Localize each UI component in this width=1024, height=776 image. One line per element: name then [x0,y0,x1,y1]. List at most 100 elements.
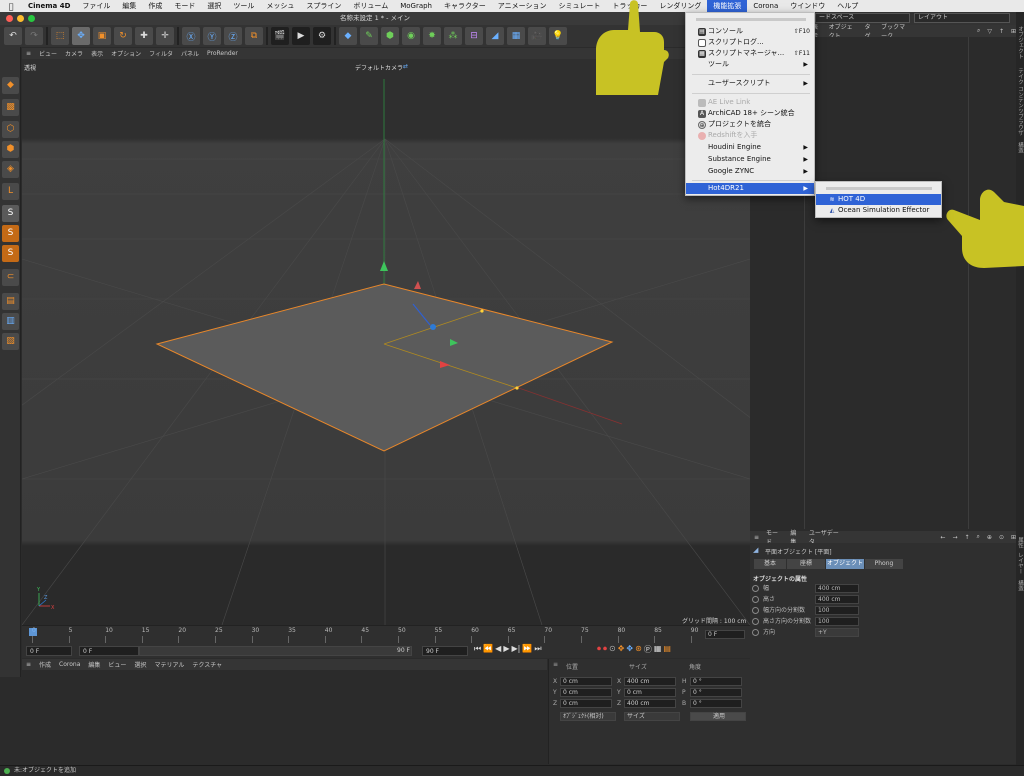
tear-off-handle[interactable] [696,18,806,21]
vp-menu-panel[interactable]: パネル [181,49,199,58]
vp-menu-display[interactable]: 表示 [91,49,103,58]
menu-extensions[interactable]: 機能拡張 [707,0,748,12]
edges-mode-icon[interactable]: ⬢ [2,141,19,158]
scene-icon[interactable]: ⁂ [444,27,462,45]
record-icon[interactable]: ⏺ [597,644,601,655]
mat-menu-texture[interactable]: テクスチャ [192,660,222,669]
menu-mode[interactable]: モード [168,1,201,11]
apply-button[interactable]: 適用 [690,712,746,721]
menu-item-google-zync[interactable]: Google ZYNC ▶ [686,166,814,177]
model-mode-icon[interactable]: ◆ [2,77,19,94]
origin-handle-icon[interactable] [430,324,436,330]
vp-menu-options[interactable]: オプション [111,49,141,58]
menu-help[interactable]: ヘルプ [831,1,864,11]
render-view-icon[interactable]: 🎬 [271,27,289,45]
material-menu-handle[interactable]: ≡ [26,661,31,668]
mat-menu-material[interactable]: マテリアル [154,660,184,669]
play-icon[interactable]: ▶ [503,644,509,654]
plane-handle-point[interactable] [515,386,519,390]
key-position-icon[interactable]: ✥ [618,644,625,655]
next-key-icon[interactable]: ⏩ [522,644,532,654]
menu-tools[interactable]: ツール [227,1,260,11]
am-menu-handle[interactable]: ≡ [754,534,759,541]
menu-item-houdini[interactable]: Houdini Engine ▶ [686,142,814,153]
tab-object[interactable]: オブジェクト [826,559,864,569]
rotation-p-field[interactable]: 0 ° [690,688,742,697]
menu-item-script-manager[interactable]: ▦ スクリプトマネージャ... ⇧F11 [686,48,814,59]
side-tab-takes[interactable]: テイク [1016,68,1024,85]
mat-menu-corona[interactable]: Corona [59,661,80,668]
am-forward-icon[interactable]: → [952,534,957,541]
keyframe-selection-icon[interactable]: ⊙ [609,644,616,655]
cloner-icon[interactable]: ◉ [402,27,420,45]
coord-system-icon[interactable]: ⧉ [245,27,263,45]
vp-menu-view[interactable]: ビュー [39,49,57,58]
tab-basic[interactable]: 基本 [754,559,786,569]
layout-dropdown[interactable]: レイアウト [914,13,1010,23]
menu-create[interactable]: 作成 [142,1,168,11]
plane-handle-point[interactable] [480,309,484,313]
tab-coord[interactable]: 座標 [787,559,825,569]
viewport-menu-handle[interactable]: ≡ [26,50,31,57]
height-field[interactable]: 400 cm [815,595,859,604]
mat-menu-select[interactable]: 選択 [134,660,146,669]
param-radio-icon[interactable] [752,607,759,614]
menu-character[interactable]: キャラクター [438,1,492,11]
coord-menu-handle[interactable]: ≡ [553,661,558,668]
vp-menu-filter[interactable]: フィルタ [149,49,173,58]
vp-menu-camera[interactable]: カメラ [65,49,83,58]
zoom-window-icon[interactable] [28,15,35,22]
orientation-select[interactable]: +Y [815,628,859,637]
am-search-icon[interactable]: ⌕ [977,533,980,541]
locked-workplane-icon[interactable]: ▧ [2,333,19,350]
polygons-mode-icon[interactable]: ◈ [2,161,19,178]
menu-item-console[interactable]: ▤ コンソール ⇧F10 [686,26,814,37]
close-window-icon[interactable] [6,15,13,22]
workplane-icon[interactable]: ▤ [2,293,19,310]
key-scale-icon[interactable]: ✥ [626,644,633,655]
width-field[interactable]: 400 cm [815,584,859,593]
position-x-field[interactable]: 0 cm [560,677,612,686]
menu-animation[interactable]: アニメーション [492,1,553,11]
render-settings-icon[interactable]: ⚙ [313,27,331,45]
rotation-b-field[interactable]: 0 ° [690,699,742,708]
autokey-icon[interactable]: ⏺ [603,644,607,655]
menu-file[interactable]: ファイル [76,1,116,11]
menu-item-merge-project[interactable]: ⊕ プロジェクトを統合 [686,119,814,130]
deformer-icon[interactable]: ✸ [423,27,441,45]
mat-menu-edit[interactable]: 編集 [88,660,100,669]
camera-icon[interactable]: 🎥 [528,27,546,45]
menu-item-hot4d[interactable]: ≋ HOT 4D [816,194,941,205]
apple-icon[interactable]:  [0,2,22,11]
menu-corona[interactable]: Corona [747,2,784,10]
field-icon[interactable]: ⊟ [465,27,483,45]
am-up-icon[interactable]: ↑ [965,534,970,541]
end-frame-input[interactable]: 90 F [422,646,468,656]
om-filter-icon[interactable]: ▽ [987,28,992,35]
param-radio-icon[interactable] [752,585,759,592]
size-x-field[interactable]: 400 cm [624,677,676,686]
mat-menu-create[interactable]: 作成 [39,660,51,669]
menu-item-hot4dr21[interactable]: Hot4DR21 ▶ [686,183,814,194]
live-select-icon[interactable]: ⬚ [51,27,69,45]
timeline-ruler[interactable]: 051015202530354045505560657075808590 0 F [22,625,750,644]
prev-frame-icon[interactable]: ◀ [495,644,501,654]
render-picture-viewer-icon[interactable]: ▶ [292,27,310,45]
menu-window[interactable]: ウインドウ [784,1,831,11]
coord-size-select[interactable]: サイズ [624,712,680,721]
menu-item-substance[interactable]: Substance Engine ▶ [686,154,814,165]
menu-mograph[interactable]: MoGraph [394,2,438,10]
material-manager-area[interactable] [22,670,547,764]
move-tool-icon[interactable]: ✥ [72,27,90,45]
light-icon[interactable]: 💡 [549,27,567,45]
recent-tool-icon[interactable]: ✚ [135,27,153,45]
side-tab-content-browser[interactable]: コンテンツブラウザ [1016,86,1024,136]
sky-icon[interactable]: ▦ [507,27,525,45]
3d-viewport[interactable]: Y X Z 透視 デフォルトカメラ ⇄ グリッド間隔 : 100 cm [22,59,750,625]
position-y-field[interactable]: 0 cm [560,688,612,697]
planar-workplane-icon[interactable]: ▥ [2,313,19,330]
current-frame-field[interactable]: 0 F [79,646,139,656]
menu-item-tools[interactable]: ツール ▶ [686,59,814,70]
menu-item-user-scripts[interactable]: ユーザースクリプト ▶ [686,78,814,89]
scale-tool-icon[interactable]: ▣ [93,27,111,45]
